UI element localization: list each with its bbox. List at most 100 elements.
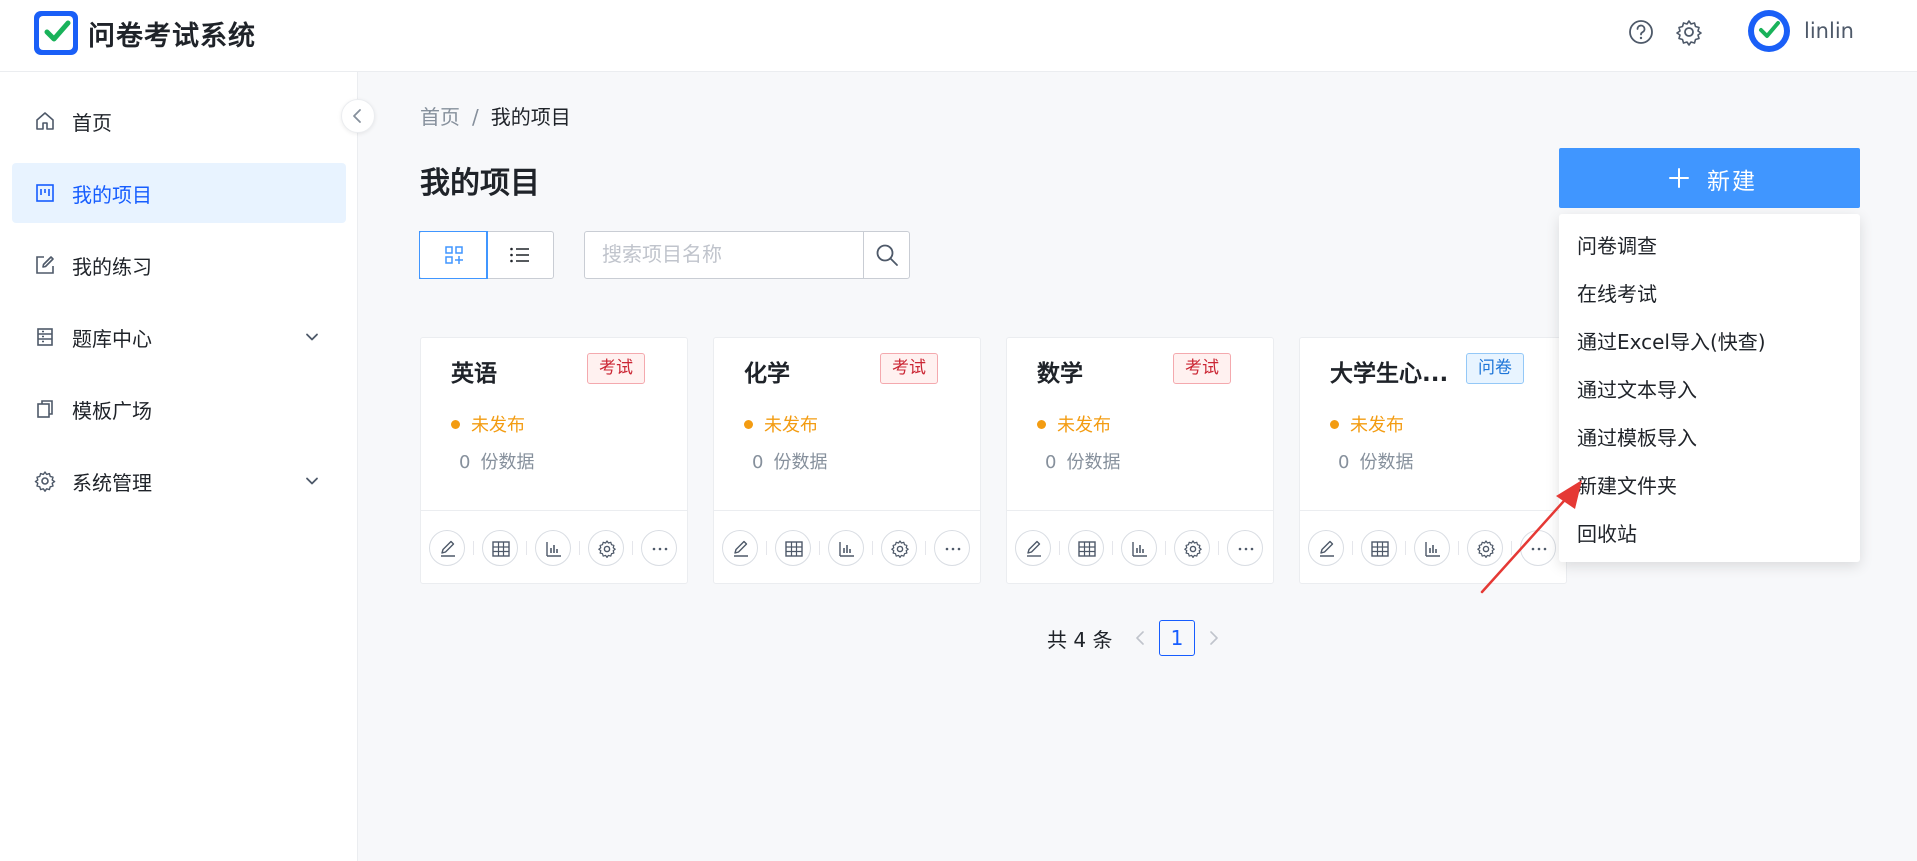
help-icon[interactable] bbox=[1627, 18, 1655, 46]
card-bar-chart-button[interactable] bbox=[1414, 530, 1450, 566]
card-type-tag: 考试 bbox=[587, 353, 645, 384]
action-divider bbox=[1112, 541, 1113, 555]
card-count-number: 0 bbox=[459, 452, 471, 473]
project-card[interactable]: 数学 考试 未发布 0 份数据 bbox=[1006, 337, 1274, 584]
card-table-button[interactable] bbox=[1068, 530, 1104, 566]
bar-chart-icon bbox=[1132, 542, 1147, 557]
database-icon bbox=[37, 328, 53, 346]
action-divider bbox=[1458, 541, 1459, 555]
card-more-button[interactable] bbox=[934, 530, 970, 566]
card-edit-button[interactable] bbox=[722, 530, 758, 566]
prev-page-icon[interactable] bbox=[1131, 628, 1151, 648]
card-data-count: 0 份数据 bbox=[459, 448, 534, 474]
sidebar-item-system-management[interactable]: 系统管理 bbox=[12, 451, 346, 511]
card-settings-button[interactable] bbox=[881, 530, 917, 566]
page-title: 我的项目 bbox=[420, 166, 540, 201]
sidebar-item-label: 我的项目 bbox=[72, 183, 152, 207]
settings-icon bbox=[1184, 540, 1202, 558]
card-actions bbox=[1007, 510, 1273, 583]
pagination-total: 共 4 条 bbox=[1047, 628, 1113, 652]
card-table-button[interactable] bbox=[775, 530, 811, 566]
action-divider bbox=[473, 541, 474, 555]
project-card[interactable]: 化学 考试 未发布 0 份数据 bbox=[713, 337, 981, 584]
grid-view-button[interactable] bbox=[419, 231, 488, 279]
card-data-count: 0 份数据 bbox=[1338, 448, 1413, 474]
menu-item-survey[interactable]: 问卷调查 bbox=[1577, 230, 1657, 259]
status-dot bbox=[1037, 420, 1046, 429]
edit-icon bbox=[36, 256, 54, 274]
card-title[interactable]: 化学 bbox=[744, 354, 790, 388]
menu-item-new-folder[interactable]: 新建文件夹 bbox=[1577, 470, 1677, 499]
card-edit-button[interactable] bbox=[1015, 530, 1051, 566]
card-edit-button[interactable] bbox=[1308, 530, 1344, 566]
settings-icon[interactable] bbox=[1675, 18, 1703, 46]
search-icon bbox=[876, 244, 898, 266]
card-table-button[interactable] bbox=[1361, 530, 1397, 566]
avatar-check-icon bbox=[1759, 21, 1780, 38]
sidebar-item-label: 我的练习 bbox=[72, 255, 152, 279]
more-icon bbox=[652, 547, 668, 551]
card-more-button[interactable] bbox=[1227, 530, 1263, 566]
menu-item-import-text[interactable]: 通过文本导入 bbox=[1577, 374, 1697, 403]
chevron-down-icon bbox=[306, 477, 318, 485]
action-divider bbox=[526, 541, 527, 555]
action-divider bbox=[632, 541, 633, 555]
annotation-arrow-icon bbox=[1480, 480, 1582, 594]
list-view-icon bbox=[510, 247, 529, 263]
card-more-button[interactable] bbox=[641, 530, 677, 566]
table-icon bbox=[1371, 541, 1389, 557]
next-page-icon[interactable] bbox=[1203, 628, 1223, 648]
card-bar-chart-button[interactable] bbox=[828, 530, 864, 566]
breadcrumb-separator: / bbox=[472, 105, 479, 129]
sidebar-item-my-practice[interactable]: 我的练习 bbox=[12, 235, 346, 295]
card-title[interactable]: 数学 bbox=[1037, 354, 1083, 388]
card-bar-chart-button[interactable] bbox=[535, 530, 571, 566]
page-number-button[interactable]: 1 bbox=[1159, 620, 1195, 656]
edit-icon bbox=[441, 540, 455, 557]
card-count-label: 份数据 bbox=[773, 452, 828, 473]
card-count-label: 份数据 bbox=[1359, 452, 1414, 473]
card-settings-button[interactable] bbox=[588, 530, 624, 566]
card-bar-chart-button[interactable] bbox=[1121, 530, 1157, 566]
username-label[interactable]: linlin bbox=[1804, 19, 1854, 43]
home-icon bbox=[36, 112, 54, 130]
breadcrumb-home-link[interactable]: 首页 bbox=[420, 105, 460, 129]
search-button[interactable] bbox=[863, 232, 909, 278]
sidebar-collapse-button[interactable] bbox=[341, 99, 375, 133]
menu-item-online-exam[interactable]: 在线考试 bbox=[1577, 278, 1657, 307]
more-icon bbox=[1238, 547, 1254, 551]
card-count-number: 0 bbox=[752, 452, 764, 473]
card-data-count: 0 份数据 bbox=[752, 448, 827, 474]
search-input[interactable] bbox=[586, 233, 856, 275]
new-button[interactable]: 新建 bbox=[1559, 148, 1860, 208]
list-view-button[interactable] bbox=[487, 232, 553, 278]
sidebar-item-my-projects[interactable]: 我的项目 bbox=[12, 163, 346, 223]
status-dot bbox=[744, 420, 753, 429]
menu-item-import-excel[interactable]: 通过Excel导入(快查) bbox=[1577, 326, 1766, 355]
card-title[interactable]: 英语 bbox=[451, 354, 497, 388]
user-avatar[interactable] bbox=[1748, 10, 1790, 52]
card-edit-button[interactable] bbox=[429, 530, 465, 566]
card-title[interactable]: 大学生心... bbox=[1330, 354, 1448, 388]
sidebar-item-template-square[interactable]: 模板广场 bbox=[12, 379, 346, 439]
card-table-button[interactable] bbox=[482, 530, 518, 566]
card-settings-button[interactable] bbox=[1174, 530, 1210, 566]
card-count-label: 份数据 bbox=[1066, 452, 1121, 473]
sidebar: 首页 我的项目 我的练习 题库中心 模板广场 系统管理 bbox=[0, 72, 358, 861]
project-card[interactable]: 英语 考试未发布 0 份数据 bbox=[420, 337, 688, 584]
sidebar-item-home[interactable]: 首页 bbox=[12, 91, 346, 151]
card-type-tag: 问卷 bbox=[1466, 353, 1524, 384]
menu-item-import-template[interactable]: 通过模板导入 bbox=[1577, 422, 1697, 451]
sidebar-item-question-bank[interactable]: 题库中心 bbox=[12, 307, 346, 367]
edit-icon bbox=[1027, 540, 1041, 557]
settings-icon bbox=[598, 540, 616, 558]
card-type-tag: 考试 bbox=[1173, 353, 1231, 384]
action-divider bbox=[819, 541, 820, 555]
app-logo-icon[interactable] bbox=[34, 11, 78, 55]
card-status: 未发布 bbox=[471, 415, 525, 436]
board-icon bbox=[36, 184, 54, 202]
plus-icon bbox=[1669, 168, 1689, 188]
table-icon bbox=[1078, 541, 1096, 557]
card-data-count: 0 份数据 bbox=[1045, 448, 1120, 474]
action-divider bbox=[1352, 541, 1353, 555]
